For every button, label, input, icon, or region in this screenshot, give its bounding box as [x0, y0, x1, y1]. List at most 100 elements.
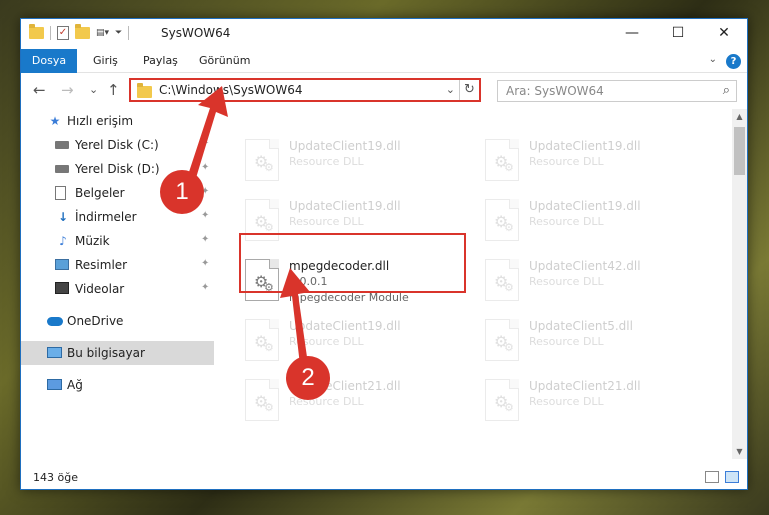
title-bar: ✓ ▤▾ ⏷ SysWOW64 — ☐ ✕ [21, 19, 747, 49]
dll-file-icon: ⚙ ⚙ [245, 139, 279, 181]
folder-icon [137, 83, 152, 98]
pin-icon[interactable]: ✦ [201, 282, 209, 293]
customize-toolbar-icon[interactable]: ▤▾ [96, 28, 109, 38]
dll-file-icon: ⚙ ⚙ [485, 379, 519, 421]
navigation-pane: ★ Hızlı erişim Yerel Disk (C:) ✦ Yerel D… [21, 109, 214, 459]
minimize-button[interactable]: — [609, 19, 655, 49]
sidebar-item-label: Resimler [75, 258, 128, 272]
folder-icon [29, 24, 44, 39]
pin-icon[interactable]: ✦ [201, 258, 209, 269]
sidebar-item-label: OneDrive [67, 314, 124, 328]
file-name: UpdateClient21.dll [529, 379, 641, 393]
sidebar-item-disk-c[interactable]: Yerel Disk (C:) ✦ [21, 133, 214, 157]
sidebar-item-onedrive[interactable]: OneDrive [21, 309, 214, 333]
sidebar-item-label: Bu bilgisayar [67, 346, 145, 360]
file-type: Resource DLL [529, 275, 604, 288]
file-name: UpdateClient5.dll [529, 319, 633, 333]
expand-ribbon-icon[interactable]: ⌄ [709, 54, 717, 65]
pin-icon[interactable]: ✦ [201, 162, 209, 173]
star-icon: ★ [49, 114, 61, 128]
file-name: UpdateClient19.dll [289, 199, 401, 213]
step-2-badge: 2 [286, 356, 330, 400]
address-path[interactable]: C:\Windows\SysWOW64 [159, 83, 303, 97]
network-icon [47, 378, 63, 392]
item-count: 143 öğe [33, 471, 78, 484]
scroll-up-icon[interactable]: ▲ [732, 109, 747, 124]
tab-giris[interactable]: Giriş [93, 49, 118, 73]
tab-gorunum[interactable]: Görünüm [199, 49, 250, 73]
address-dropdown-icon[interactable]: ⌄ [446, 83, 455, 96]
maximize-button[interactable]: ☐ [655, 19, 701, 49]
dll-file-icon: ⚙ ⚙ [485, 199, 519, 241]
tab-paylas[interactable]: Paylaş [143, 49, 178, 73]
pin-icon[interactable]: ✦ [201, 138, 209, 149]
file-tile[interactable]: ⚙ ⚙ UpdateClient21.dll Resource DLL [479, 375, 709, 429]
sidebar-item-label: Müzik [75, 234, 110, 248]
toolbar-dropdown-icon[interactable]: ⏷ [115, 28, 122, 38]
pin-icon[interactable]: ✦ [201, 234, 209, 245]
close-button[interactable]: ✕ [701, 19, 747, 49]
file-tile[interactable]: ⚙ ⚙ UpdateClient19.dll Resource DLL [239, 315, 469, 369]
sidebar-item-network[interactable]: Ağ [21, 373, 214, 397]
disk-icon [55, 138, 71, 152]
search-box[interactable]: Ara: SysWOW64 ⌕ [497, 80, 737, 102]
back-button[interactable]: ← [33, 81, 46, 99]
scroll-down-icon[interactable]: ▼ [732, 444, 747, 459]
properties-icon[interactable]: ✓ [57, 26, 69, 40]
file-name: UpdateClient19.dll [529, 139, 641, 153]
recent-locations-button[interactable]: ⌄ [89, 83, 98, 96]
sidebar-item-music[interactable]: ♪ Müzik ✦ [21, 229, 214, 253]
status-bar: 143 öğe [21, 463, 747, 489]
file-name: UpdateClient42.dll [529, 259, 641, 273]
file-tile[interactable]: ⚙ ⚙ UpdateClient5.dll Resource DLL [479, 315, 709, 369]
file-tile[interactable]: ⚙ ⚙ UpdateClient19.dll Resource DLL [239, 135, 469, 189]
selected-file-highlight [239, 233, 466, 293]
window-title: SysWOW64 [161, 26, 231, 40]
help-icon[interactable]: ? [726, 54, 741, 69]
file-tile[interactable]: ⚙ ⚙ UpdateClient21.dll Resource DLL [239, 375, 469, 429]
disk-icon [55, 162, 71, 176]
tab-dosya[interactable]: Dosya [21, 49, 77, 73]
file-tile[interactable]: ⚙ ⚙ UpdateClient42.dll Resource DLL [479, 255, 709, 309]
pin-icon[interactable]: ✦ [201, 210, 209, 221]
sidebar-item-label: Yerel Disk (D:) [75, 162, 160, 176]
sidebar-item-pictures[interactable]: Resimler ✦ [21, 253, 214, 277]
dll-file-icon: ⚙ ⚙ [245, 379, 279, 421]
details-view-icon[interactable] [705, 471, 719, 483]
new-folder-icon[interactable] [75, 24, 90, 39]
quick-access-toolbar: ✓ ▤▾ ⏷ [29, 24, 130, 40]
computer-icon [47, 346, 63, 360]
cloud-icon [47, 314, 63, 328]
file-tile[interactable]: ⚙ ⚙ UpdateClient19.dll Resource DLL [479, 135, 709, 189]
address-bar[interactable]: C:\Windows\SysWOW64 ⌄ ↻ [129, 78, 481, 102]
file-type: Resource DLL [289, 335, 364, 348]
toolbar-separator [128, 26, 130, 40]
dll-file-icon: ⚙ ⚙ [485, 139, 519, 181]
search-icon[interactable]: ⌕ [723, 83, 730, 98]
dll-file-icon: ⚙ ⚙ [485, 259, 519, 301]
sidebar-item-label: Videolar [75, 282, 125, 296]
vertical-scrollbar[interactable]: ▲ ▼ [732, 109, 747, 459]
file-type: Resource DLL [529, 335, 604, 348]
sidebar-item-this-pc[interactable]: Bu bilgisayar [21, 341, 214, 365]
tiles-view-icon[interactable] [725, 471, 739, 483]
up-button[interactable]: ↑ [107, 81, 120, 99]
document-icon [55, 186, 71, 200]
search-input[interactable]: Ara: SysWOW64 [506, 84, 604, 98]
file-type: Resource DLL [529, 215, 604, 228]
sidebar-item-label: Ağ [67, 378, 83, 392]
file-name: UpdateClient19.dll [289, 319, 401, 333]
toolbar-separator [50, 26, 51, 40]
sidebar-item-quick-access[interactable]: ★ Hızlı erişim [21, 109, 214, 133]
file-name: UpdateClient19.dll [289, 139, 401, 153]
navigation-bar: ← → ⌄ ↑ C:\Windows\SysWOW64 ⌄ ↻ Ara: Sys… [21, 73, 747, 107]
forward-button[interactable]: → [61, 81, 74, 99]
file-tile[interactable]: ⚙ ⚙ UpdateClient19.dll Resource DLL [479, 195, 709, 249]
refresh-button[interactable]: ↻ [459, 80, 479, 100]
music-icon: ♪ [59, 234, 67, 248]
sidebar-item-label: Hızlı erişim [67, 114, 134, 128]
sidebar-item-videos[interactable]: Videolar ✦ [21, 277, 214, 301]
file-name: UpdateClient19.dll [529, 199, 641, 213]
file-type: Resource DLL [529, 155, 604, 168]
scroll-thumb[interactable] [734, 127, 745, 175]
